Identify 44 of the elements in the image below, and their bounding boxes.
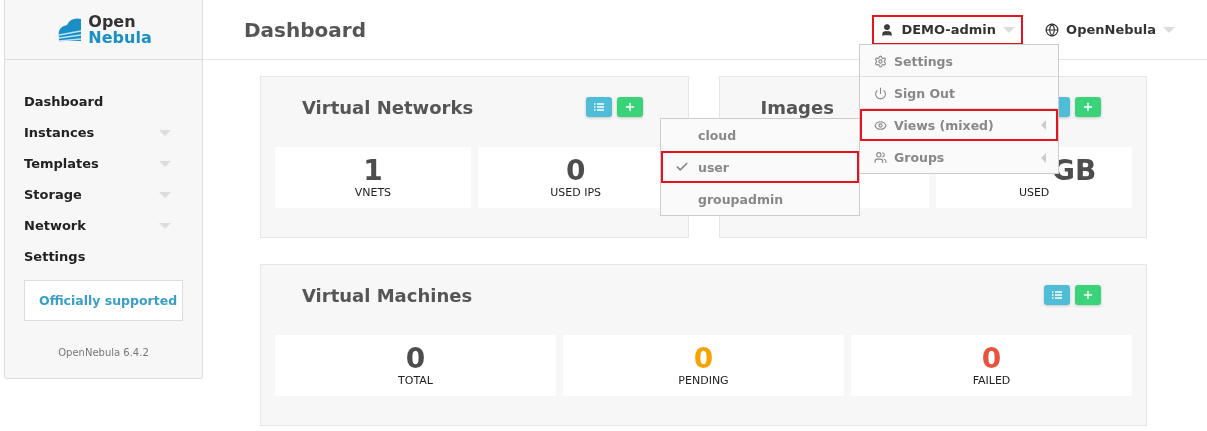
card-title: Images: [760, 97, 835, 118]
add-button[interactable]: [616, 97, 643, 117]
sidebar-item[interactable]: Instances: [24, 117, 183, 148]
stat-label: USED IPS: [550, 186, 602, 199]
settings-icon: [874, 55, 887, 68]
logo-text: Nebula: [88, 29, 152, 46]
power-icon: [874, 87, 887, 100]
check-icon: [675, 160, 689, 174]
stat-label: FAILED: [972, 374, 1011, 387]
page-title: Dashboard: [244, 17, 367, 42]
list-icon: [593, 103, 604, 111]
plus-icon: [623, 101, 636, 113]
sidebar-item[interactable]: Templates: [24, 148, 183, 179]
globe-icon: [1045, 22, 1060, 37]
plus-icon: [1082, 289, 1094, 301]
stat-value: 0: [981, 344, 1002, 374]
zone-menu-button[interactable]: OpenNebula: [1037, 14, 1183, 45]
stat-value: 1: [363, 156, 383, 186]
stat-value: 0: [405, 344, 426, 374]
sidebar-item[interactable]: Settings: [24, 241, 183, 272]
stat-value: 0: [693, 344, 714, 374]
sidebar-item[interactable]: Network: [24, 210, 183, 241]
eye-icon: [874, 118, 887, 132]
sidebar-item[interactable]: Dashboard: [24, 86, 183, 117]
list-button[interactable]: [1044, 285, 1070, 305]
sidebar-item[interactable]: Storage: [24, 179, 183, 210]
add-button[interactable]: [1075, 97, 1101, 117]
users-icon: [874, 151, 887, 164]
stat-label: USED: [1018, 186, 1050, 199]
caret-icon: [1163, 26, 1175, 33]
list-icon: [1052, 291, 1062, 299]
stat-label: TOTAL: [398, 374, 433, 387]
stat-value: 0: [565, 156, 586, 186]
logo-text: Open: [88, 13, 137, 30]
version-text: OpenNebula 6.4.2: [57, 347, 150, 358]
stat-label: PENDING: [678, 374, 729, 387]
add-button[interactable]: [1075, 285, 1101, 305]
stat-label: VNETS: [354, 186, 392, 199]
user-icon: [880, 22, 895, 37]
caret-icon: [1003, 26, 1016, 33]
plus-icon: [1082, 101, 1094, 113]
card-title: Virtual Machines: [302, 285, 474, 306]
card-title: Virtual Networks: [302, 97, 475, 118]
list-button[interactable]: [585, 97, 612, 117]
